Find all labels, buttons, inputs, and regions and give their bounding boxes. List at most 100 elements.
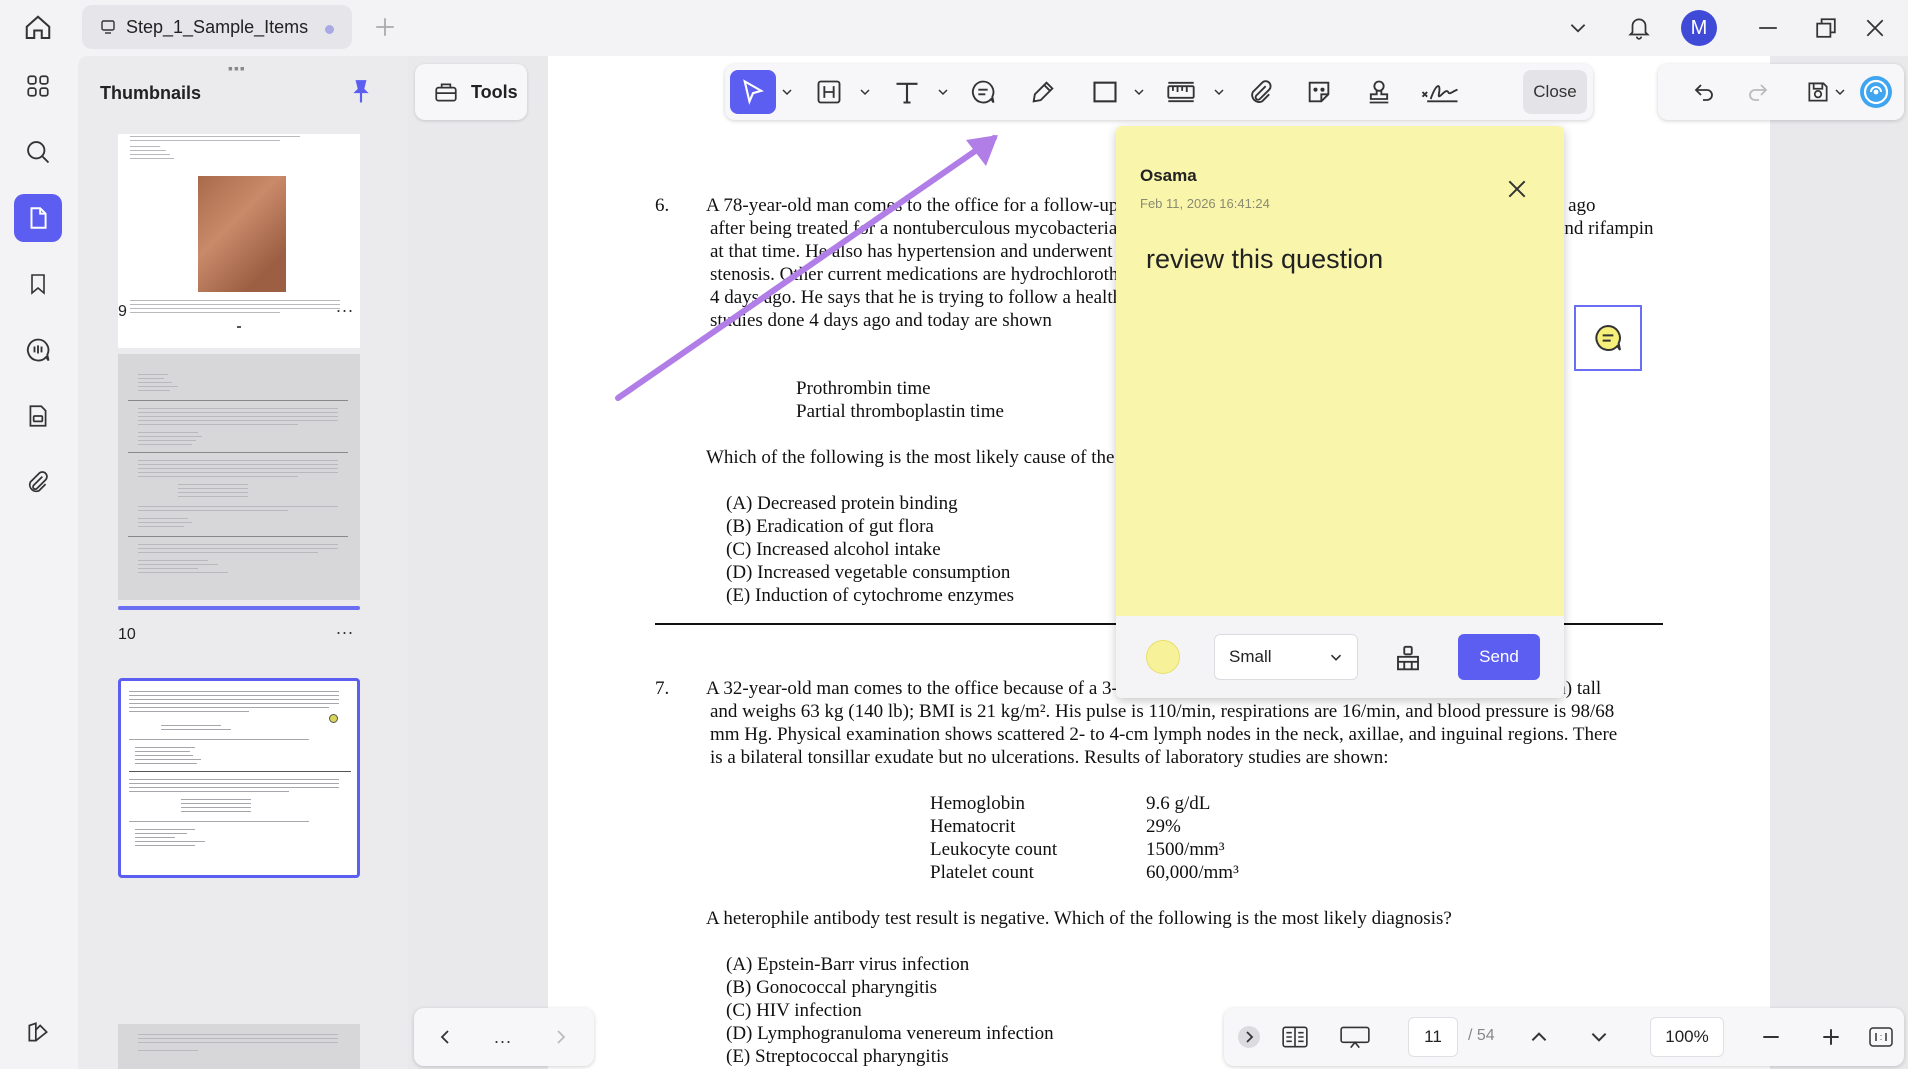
chevron-left-icon[interactable] [428, 1020, 462, 1054]
page-total: / 54 [1468, 1027, 1495, 1044]
chevron-down-icon[interactable] [1129, 70, 1149, 114]
comment-icon [1595, 324, 1621, 351]
document-tab-title: Step_1_Sample_Items [126, 16, 309, 37]
chevron-down-icon[interactable] [855, 70, 875, 114]
pen-tool-icon[interactable] [1021, 70, 1065, 114]
thumbnail-more-button[interactable]: ... [336, 618, 354, 639]
page-thumbnail-10[interactable] [118, 354, 360, 600]
page-thumbnail-11[interactable] [118, 678, 360, 878]
rectangle-tool-icon[interactable] [1083, 70, 1127, 114]
answer-option: (E) Induction of cytochrome enzymes [726, 585, 1015, 606]
home-icon[interactable] [18, 10, 58, 46]
signature-tool-icon[interactable] [1415, 70, 1465, 114]
page-navigation-bar: 11 / 54 100% [1224, 1008, 1904, 1066]
next-page-icon[interactable] [1582, 1020, 1616, 1054]
note-text-field[interactable]: review this question [1146, 244, 1383, 275]
answer-option: (A) Decreased protein binding [726, 493, 958, 514]
ai-assistant-icon[interactable] [1858, 74, 1894, 110]
chevron-down-icon[interactable] [1560, 10, 1596, 46]
actual-size-icon[interactable] [1864, 1020, 1898, 1054]
select-tool-button[interactable] [730, 70, 776, 114]
lab-value: 1500/mm³ [1146, 839, 1225, 860]
two-page-view-icon[interactable] [1278, 1020, 1312, 1054]
layers-icon[interactable] [14, 1008, 62, 1056]
more-button[interactable]: ... [486, 1020, 520, 1054]
chevron-down-icon[interactable] [933, 70, 953, 114]
zoom-level[interactable]: 100% [1650, 1017, 1724, 1057]
document-tab[interactable]: Step_1_Sample_Items [82, 5, 352, 49]
thumbnail-more-button[interactable]: ... [336, 296, 354, 317]
zoom-in-icon[interactable] [1814, 1020, 1848, 1054]
thumbnails-title: Thumbnails [100, 83, 202, 103]
unsaved-indicator [325, 25, 334, 34]
attachment-tool-icon[interactable] [1239, 70, 1283, 114]
note-timestamp: Feb 11, 2026 16:41:24 [1140, 196, 1270, 211]
search-icon[interactable] [14, 128, 62, 176]
note-author: Osama [1140, 166, 1197, 185]
note-footer: Small Send [1116, 616, 1564, 698]
sticky-note-popup[interactable]: Osama Feb 11, 2026 16:41:24 review this … [1116, 126, 1564, 698]
chevron-down-icon[interactable] [1830, 74, 1850, 110]
close-toolbar-button[interactable]: Close [1523, 70, 1587, 114]
thumbnail-current-indicator [118, 606, 360, 610]
bookmark-icon[interactable] [14, 260, 62, 308]
restore-icon[interactable] [1808, 10, 1844, 46]
question-number: 7. [655, 678, 670, 699]
expand-icon[interactable] [1232, 1020, 1266, 1054]
comments-icon[interactable] [14, 326, 62, 374]
tools-label: Tools [471, 81, 518, 102]
text-tool-icon[interactable] [885, 70, 929, 114]
minimize-icon[interactable] [1750, 10, 1786, 46]
redo-icon[interactable] [1740, 74, 1776, 110]
note-color-picker[interactable] [1146, 640, 1180, 674]
presentation-icon[interactable] [1338, 1020, 1372, 1054]
note-marker[interactable] [1574, 305, 1642, 371]
thumbnails-panel: ▪▪▪ Thumbnails 9 ... 10 ... [78, 56, 408, 1069]
title-bar: Step_1_Sample_Items M [0, 0, 1908, 56]
answer-option: (A) Epstein-Barr virus infection [726, 954, 970, 975]
chevron-down-icon[interactable] [777, 70, 797, 114]
answer-option: (C) Increased alcohol intake [726, 539, 941, 560]
measure-tool-icon[interactable] [1159, 70, 1203, 114]
new-tab-icon[interactable] [370, 12, 400, 42]
thumbnail-note-marker [329, 714, 338, 723]
thumbnails-icon[interactable] [14, 194, 62, 242]
sticky-note-tool-icon[interactable] [961, 70, 1005, 114]
answer-option: (C) HIV infection [726, 1000, 862, 1021]
panel-drag-handle[interactable]: ▪▪▪ [228, 60, 246, 76]
pin-icon[interactable] [346, 76, 376, 106]
cursor-icon [743, 79, 764, 105]
page-storage-icon[interactable] [14, 392, 62, 440]
chevron-down-icon[interactable] [1209, 70, 1229, 114]
current-page-input[interactable]: 11 [1408, 1017, 1458, 1057]
zoom-out-icon[interactable] [1754, 1020, 1788, 1054]
question-text-line: studies done 4 days ago and today are sh… [710, 310, 1052, 331]
page-thumbnail-9[interactable] [118, 134, 360, 348]
send-button[interactable]: Send [1458, 634, 1540, 680]
sticker-tool-icon[interactable] [1297, 70, 1341, 114]
page-thumbnail-12[interactable] [118, 1024, 360, 1069]
stamp-tool-icon[interactable] [1357, 70, 1401, 114]
lab-name: Platelet count [930, 862, 1034, 883]
tools-button[interactable]: Tools [415, 64, 527, 120]
chevron-down-icon [1330, 654, 1342, 661]
close-window-icon[interactable] [1857, 10, 1893, 46]
font-size-select[interactable]: Small [1214, 634, 1358, 680]
chevron-right-icon[interactable] [544, 1020, 578, 1054]
question-text-line: mm Hg. Physical examination shows scatte… [710, 724, 1618, 745]
highlight-tool-icon[interactable] [807, 70, 851, 114]
avatar[interactable]: M [1681, 10, 1717, 46]
font-size-value: Small [1229, 647, 1272, 666]
undo-icon[interactable] [1686, 74, 1722, 110]
lab-name: Hematocrit [930, 816, 1016, 837]
right-toolbar [1658, 64, 1904, 120]
attachment-icon[interactable] [14, 458, 62, 506]
bell-icon[interactable] [1621, 10, 1657, 46]
eraser-icon[interactable] [1388, 638, 1428, 678]
answer-option: (B) Gonococcal pharyngitis [726, 977, 938, 998]
apps-grid-icon[interactable] [14, 62, 62, 110]
annotation-toolbar: Close [725, 64, 1593, 120]
previous-page-icon[interactable] [1522, 1020, 1556, 1054]
close-icon[interactable] [1502, 174, 1532, 204]
lab-value: 29% [1146, 816, 1181, 837]
